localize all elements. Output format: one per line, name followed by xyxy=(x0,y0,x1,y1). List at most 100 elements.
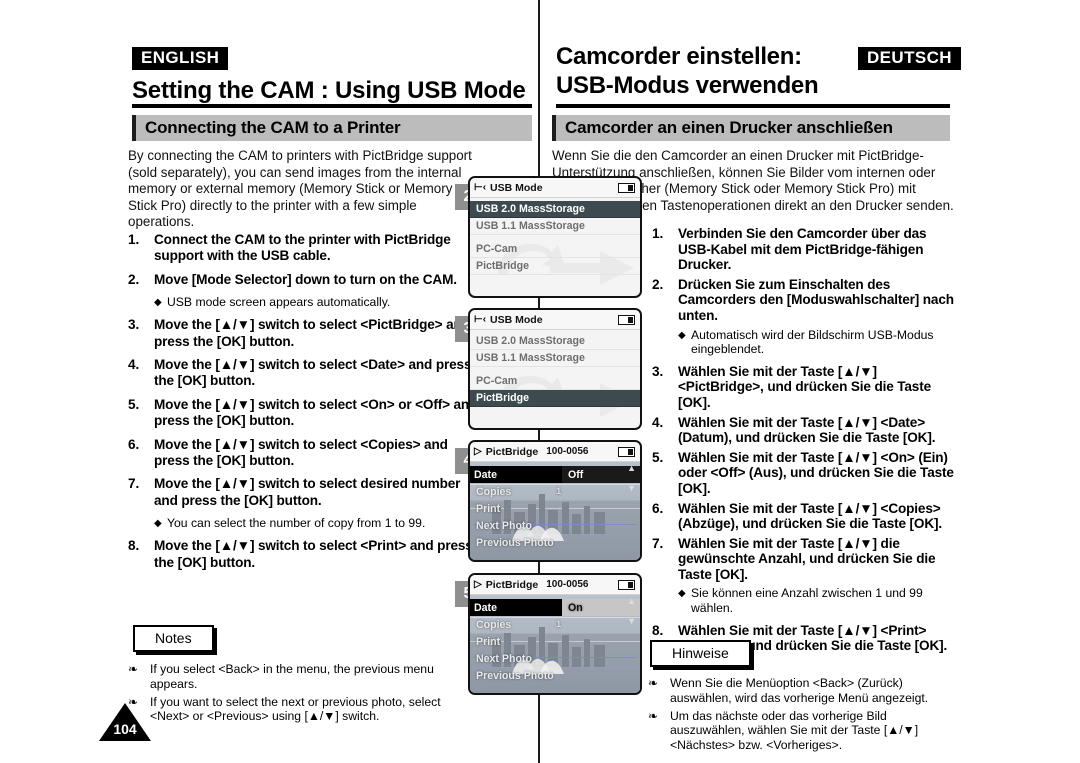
pictbridge-row-date[interactable]: Date Off xyxy=(470,466,640,483)
menu-item-usb-2-0-massstorage[interactable]: USB 2.0 MassStorage xyxy=(470,201,640,218)
note-item: ❧ Wenn Sie die Menüoption <Back> (Zurück)… xyxy=(648,676,960,706)
page-number-badge: 104 xyxy=(99,703,151,743)
pictbridge-row-label: Copies xyxy=(476,618,512,631)
pictbridge-row-label: Copies xyxy=(476,485,512,498)
step-text: Move the [▲/▼] switch to select desired … xyxy=(154,476,461,508)
pictbridge-row-print[interactable]: Print xyxy=(470,500,640,517)
pictbridge-row-next-photo[interactable]: Next Photo xyxy=(470,517,640,534)
note-text: Um das nächste oder das vorherige Bild a… xyxy=(670,708,919,753)
section-bar-english: Connecting the CAM to a Printer xyxy=(132,115,532,141)
step-bullet-text: Sie können eine Anzahl zwischen 1 und 99… xyxy=(691,586,923,616)
menu-item-usb-2-0-massstorage[interactable]: USB 2.0 MassStorage xyxy=(470,333,640,350)
step-item: 6. Move the [▲/▼] switch to select <Copie… xyxy=(128,437,480,470)
steps-list-german: 1. Verbinden Sie den Camcorder über das U… xyxy=(652,226,957,658)
step-bullet-text: You can select the number of copy from 1… xyxy=(167,516,426,531)
pictbridge-row-label: Print xyxy=(476,635,501,648)
menu-item-pc-cam[interactable]: PC-Cam xyxy=(470,373,640,390)
section-title-english: Connecting the CAM to a Printer xyxy=(145,118,401,137)
menu-item-usb-1-1-massstorage[interactable]: USB 1.1 MassStorage xyxy=(470,218,640,235)
scroll-down-icon[interactable]: ▼ xyxy=(627,484,636,493)
lcd-screen: ▷ PictBridge 100-0056 ▲ ▼ Date Off Copie… xyxy=(468,440,642,562)
lcd-titlebar: ▷ PictBridge 100-0056 xyxy=(470,575,640,595)
note-marker-icon: ❧ xyxy=(128,662,139,676)
step-item: 7. Move the [▲/▼] switch to select desire… xyxy=(128,476,480,509)
menu-item-pictbridge[interactable]: PictBridge xyxy=(470,258,640,275)
step-item: 1. Verbinden Sie den Camcorder über das U… xyxy=(652,226,957,273)
notes-list-german: ❧ Wenn Sie die Menüoption <Back> (Zurück)… xyxy=(648,676,960,756)
pictbridge-row-value: 1 xyxy=(556,486,562,497)
pictbridge-row-copies[interactable]: Copies 1 xyxy=(470,483,640,500)
note-item: ❧ Um das nächste oder das vorherige Bild … xyxy=(648,709,960,753)
pictbridge-row-print[interactable]: Print xyxy=(470,633,640,650)
lcd-file-number: 100-0056 xyxy=(546,579,589,590)
pictbridge-row-label: Print xyxy=(476,502,501,515)
battery-icon xyxy=(618,314,635,325)
steps-list-english: 1. Connect the CAM to the printer with Pi… xyxy=(128,232,480,578)
pictbridge-row-label: Previous Photo xyxy=(476,669,554,682)
pictbridge-row-previous-photo[interactable]: Previous Photo xyxy=(470,534,640,551)
step-text: Wählen Sie mit der Taste [▲/▼] <Date> (D… xyxy=(678,414,936,446)
step-number: 6. xyxy=(128,436,140,452)
pictbridge-row-date[interactable]: Date On xyxy=(470,599,640,616)
step-bullet: ◆ You can select the number of copy from … xyxy=(154,516,480,531)
step-text: Move the [▲/▼] switch to select <On> or … xyxy=(154,396,478,429)
note-text: If you want to select the next or previo… xyxy=(150,694,441,724)
step-item: 3. Wählen Sie mit der Taste [▲/▼] <PictBr… xyxy=(652,364,957,411)
lcd-menu-body: USB 2.0 MassStorage USB 1.1 MassStorage PC… xyxy=(470,201,640,296)
pictbridge-icon: ▷ xyxy=(474,445,482,457)
scroll-up-icon[interactable]: ▲ xyxy=(627,464,636,473)
step-item: 7. Wählen Sie mit der Taste [▲/▼] die gew… xyxy=(652,536,957,583)
step-number: 4. xyxy=(652,414,664,430)
menu-item-pc-cam[interactable]: PC-Cam xyxy=(470,241,640,258)
step-text: Wählen Sie mit der Taste [▲/▼] <PictBrid… xyxy=(678,363,932,410)
step-number: 6. xyxy=(652,500,664,516)
lcd-screen: ⊢‹ USB Mode USB 2.0 MassStorage USB 1.1 M… xyxy=(468,308,642,430)
page-title-english: Setting the CAM : Using USB Mode xyxy=(132,76,526,104)
step-number: 7. xyxy=(128,476,140,492)
step-text: Wählen Sie mit der Taste [▲/▼] die gewün… xyxy=(678,535,936,582)
step-number: 1. xyxy=(128,232,140,247)
pictbridge-row-previous-photo[interactable]: Previous Photo xyxy=(470,667,640,684)
lcd-title: PictBridge xyxy=(485,445,539,458)
step-text: Move the [▲/▼] switch to select <Copies>… xyxy=(154,436,448,469)
lcd-menu-body: USB 2.0 MassStorage USB 1.1 MassStorage PC… xyxy=(470,333,640,428)
step-text: Wählen Sie mit der Taste [▲/▼] <On> (Ein… xyxy=(678,449,954,496)
lcd-file-number: 100-0056 xyxy=(546,446,589,457)
pictbridge-row-copies[interactable]: Copies 1 xyxy=(470,616,640,633)
scroll-down-icon[interactable]: ▼ xyxy=(627,617,636,626)
step-text: Move [Mode Selector] down to turn on the… xyxy=(154,271,457,287)
step-bullet-text: Automatisch wird der Bildschirm USB-Modu… xyxy=(691,327,934,357)
step-text: Verbinden Sie den Camcorder über das USB… xyxy=(678,226,927,273)
scroll-up-icon[interactable]: ▲ xyxy=(627,597,636,606)
pictbridge-row-next-photo[interactable]: Next Photo xyxy=(470,650,640,667)
note-text: Wenn Sie die Menüoption <Back> (Zurück) … xyxy=(670,676,929,705)
menu-item-pictbridge[interactable]: PictBridge xyxy=(470,390,640,407)
lcd-screen: ⊢‹ USB Mode USB 2.0 MassStorage USB 1.1 M… xyxy=(468,176,642,298)
battery-icon xyxy=(618,579,635,590)
lcd-photo-body: ▲ ▼ Date Off Copies 1 Print Next Photo P… xyxy=(470,462,640,560)
language-tag-german: DEUTSCH xyxy=(858,47,961,70)
header-rule-english xyxy=(132,104,532,108)
lcd-title: PictBridge xyxy=(485,578,539,591)
step-item: 2. Move [Mode Selector] down to turn on t… xyxy=(128,272,480,288)
step-number: 2. xyxy=(128,271,140,287)
step-item: 6. Wählen Sie mit der Taste [▲/▼] <Copies… xyxy=(652,501,957,532)
lcd-titlebar: ⊢‹ USB Mode xyxy=(470,178,640,198)
page-number-text: 104 xyxy=(113,721,137,737)
lcd-titlebar: ⊢‹ USB Mode xyxy=(470,310,640,330)
step-bullet-text: USB mode screen appears automatically. xyxy=(167,295,391,310)
menu-item-usb-1-1-massstorage[interactable]: USB 1.1 MassStorage xyxy=(470,350,640,367)
step-item: 2. Drücken Sie zum Einschalten des Camcor… xyxy=(652,277,957,324)
diamond-bullet-icon: ◆ xyxy=(154,518,162,530)
step-item: 3. Move the [▲/▼] switch to select <PictB… xyxy=(128,317,480,350)
step-number: 5. xyxy=(652,449,664,465)
notes-list-english: ❧ If you select <Back> in the menu, the p… xyxy=(128,662,480,727)
note-item: ❧ If you want to select the next or previ… xyxy=(128,695,480,725)
note-marker-icon: ❧ xyxy=(648,676,659,690)
step-item: 5. Wählen Sie mit der Taste [▲/▼] <On> (E… xyxy=(652,450,957,497)
step-number: 3. xyxy=(652,363,664,379)
lcd-titlebar: ▷ PictBridge 100-0056 xyxy=(470,442,640,462)
step-text: Connect the CAM to the printer with Pict… xyxy=(154,232,451,264)
step-number: 2. xyxy=(652,276,664,292)
step-number: 7. xyxy=(652,535,664,551)
